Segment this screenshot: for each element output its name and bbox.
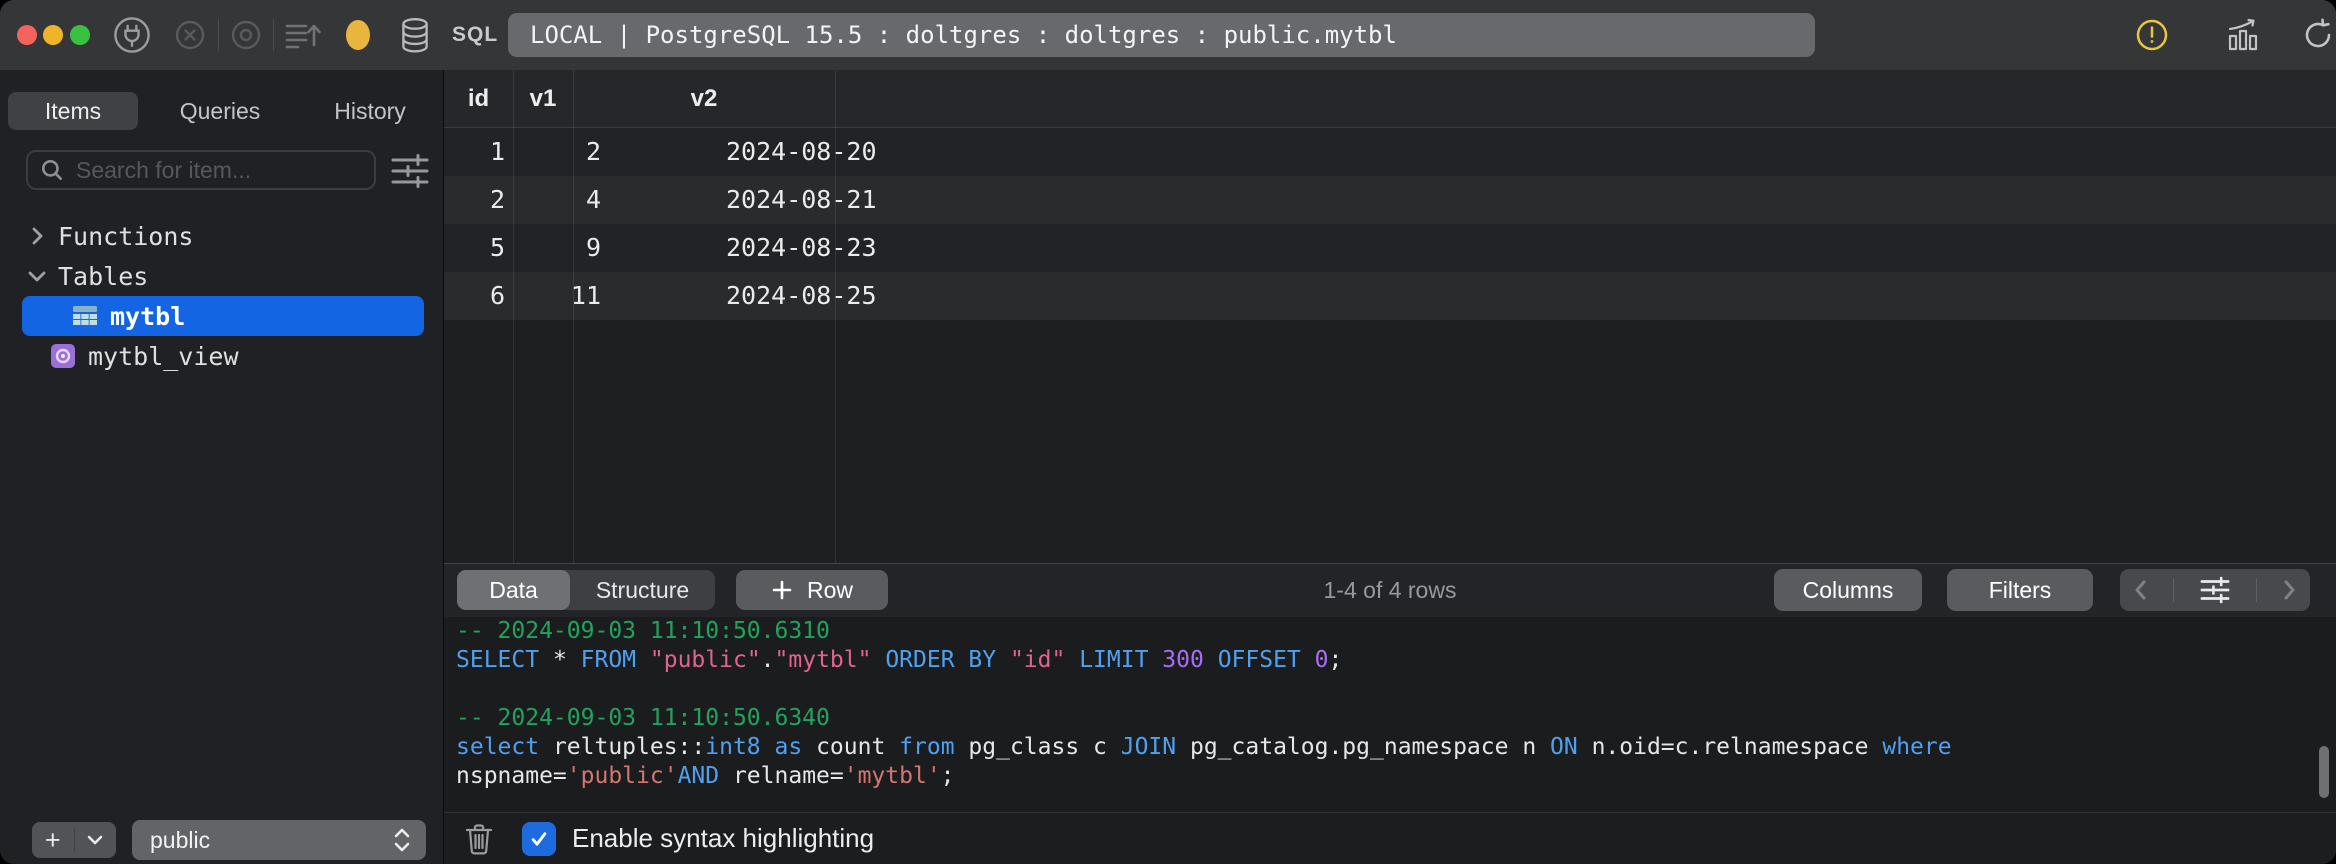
sql-editor-button[interactable]: SQL <box>452 0 498 70</box>
cell-id[interactable]: 1 <box>444 128 505 176</box>
tree-item-mytbl[interactable]: mytbl <box>22 296 424 336</box>
add-item-plus[interactable]: + <box>32 822 74 858</box>
search-filter-icon[interactable] <box>388 152 432 190</box>
table-row[interactable]: 1 2 2024-08-20 <box>444 128 2336 176</box>
nav-divider <box>2255 578 2257 602</box>
nav-divider <box>2173 578 2175 602</box>
table-row[interactable]: 2 4 2024-08-21 <box>444 176 2336 224</box>
item-search[interactable] <box>26 150 376 190</box>
search-input[interactable] <box>74 155 374 185</box>
next-page-icon[interactable] <box>2280 578 2298 602</box>
cell-v2[interactable]: 2024-08-23 <box>585 224 985 272</box>
title-bar: SQL LOCAL | PostgreSQL 15.5 : doltgres :… <box>0 0 2336 71</box>
sql-log: -- 2024-09-03 11:10:50.6310 SELECT * FROM… <box>444 617 2336 812</box>
updown-chevron-icon <box>392 826 412 854</box>
toolbar-separator <box>218 19 219 51</box>
bottom-bar: Enable syntax highlighting <box>444 812 2336 864</box>
scrollbar-thumb[interactable] <box>2319 746 2329 798</box>
page-nav-group <box>2120 569 2310 611</box>
query-log-icon[interactable] <box>282 0 322 70</box>
chart-icon[interactable] <box>2224 0 2262 70</box>
disconnect-icon[interactable] <box>172 0 208 70</box>
table-panel: id v1 v2 1 2 2024-08-20 2 4 2024-08-21 5 9 2024-… <box>444 70 2336 864</box>
trash-icon[interactable] <box>464 822 494 856</box>
page-settings-icon[interactable] <box>2198 575 2232 605</box>
warning-icon[interactable] <box>2134 0 2170 70</box>
close-window-button[interactable] <box>17 25 37 45</box>
status-dot <box>344 0 372 70</box>
column-header-v1[interactable]: v1 <box>513 70 573 128</box>
connection-title-field[interactable]: LOCAL | PostgreSQL 15.5 : doltgres : dol… <box>508 13 1815 57</box>
app-window: SQL LOCAL | PostgreSQL 15.5 : doltgres :… <box>0 0 2336 864</box>
column-divider[interactable] <box>573 70 574 563</box>
tree-node-tables[interactable]: Tables <box>0 256 444 296</box>
chevron-down-icon[interactable] <box>28 265 46 287</box>
cell-id[interactable]: 6 <box>444 272 505 320</box>
column-divider[interactable] <box>513 70 514 563</box>
table-row[interactable]: 5 9 2024-08-23 <box>444 224 2336 272</box>
columns-button[interactable]: Columns <box>1774 569 1922 611</box>
minimize-window-button[interactable] <box>43 25 63 45</box>
tab-items[interactable]: Items <box>8 92 138 130</box>
search-icon <box>40 158 64 182</box>
column-header-id[interactable]: id <box>444 70 513 128</box>
column-header-v2[interactable]: v2 <box>573 70 835 128</box>
tree-label: Functions <box>58 221 194 251</box>
tree-label: mytbl <box>110 301 186 331</box>
column-divider[interactable] <box>835 70 836 563</box>
grid-header: id v1 v2 <box>444 70 2336 128</box>
refresh-icon[interactable] <box>2300 0 2336 70</box>
tree-item-mytbl-view[interactable]: mytbl_view <box>0 336 444 376</box>
view-eye-icon <box>50 343 76 369</box>
cell-v2[interactable]: 2024-08-25 <box>585 272 985 320</box>
sql-log-line: select reltuples::int8 as count from pg_… <box>456 734 1952 760</box>
table-grid-icon <box>72 303 98 329</box>
schema-selector[interactable]: public <box>132 820 426 860</box>
add-item-split-button[interactable]: + <box>32 822 116 858</box>
zoom-window-button[interactable] <box>70 25 90 45</box>
tree-label: Tables <box>58 261 149 291</box>
sql-log-line: nspname='public'AND relname='mytbl'; <box>456 763 955 789</box>
filters-button[interactable]: Filters <box>1947 569 2093 611</box>
grid-toolbar: Data Structure Row 1-4 of 4 rows Columns… <box>444 563 2336 617</box>
cell-id[interactable]: 5 <box>444 224 505 272</box>
sql-log-line: -- 2024-09-03 11:10:50.6310 <box>456 618 830 644</box>
sql-log-line: SELECT * FROM "public"."mytbl" ORDER BY … <box>456 647 1343 673</box>
cell-id[interactable]: 2 <box>444 176 505 224</box>
syntax-highlight-label[interactable]: Enable syntax highlighting <box>572 823 874 854</box>
sql-log-line <box>444 675 2336 704</box>
chevron-right-icon[interactable] <box>28 225 46 247</box>
database-icon[interactable] <box>398 0 432 70</box>
cell-v2[interactable]: 2024-08-21 <box>585 176 985 224</box>
tab-history[interactable]: History <box>310 92 430 130</box>
table-row[interactable]: 6 11 2024-08-25 <box>444 272 2336 320</box>
prev-page-icon[interactable] <box>2132 578 2150 602</box>
cell-v2[interactable]: 2024-08-20 <box>585 128 985 176</box>
syntax-highlight-checkbox[interactable] <box>522 821 556 856</box>
tree-label: mytbl_view <box>88 341 239 371</box>
watch-eye-icon[interactable] <box>228 0 264 70</box>
schema-value: public <box>150 826 211 853</box>
tree-node-functions[interactable]: Functions <box>0 216 444 256</box>
sql-log-line: -- 2024-09-03 11:10:50.6340 <box>456 705 830 731</box>
sidebar: Items Queries History Functions <box>0 70 444 864</box>
add-item-chevron-icon[interactable] <box>74 822 116 858</box>
tab-queries[interactable]: Queries <box>160 92 280 130</box>
toolbar-separator <box>273 19 274 51</box>
connection-plug-icon[interactable] <box>112 0 152 70</box>
